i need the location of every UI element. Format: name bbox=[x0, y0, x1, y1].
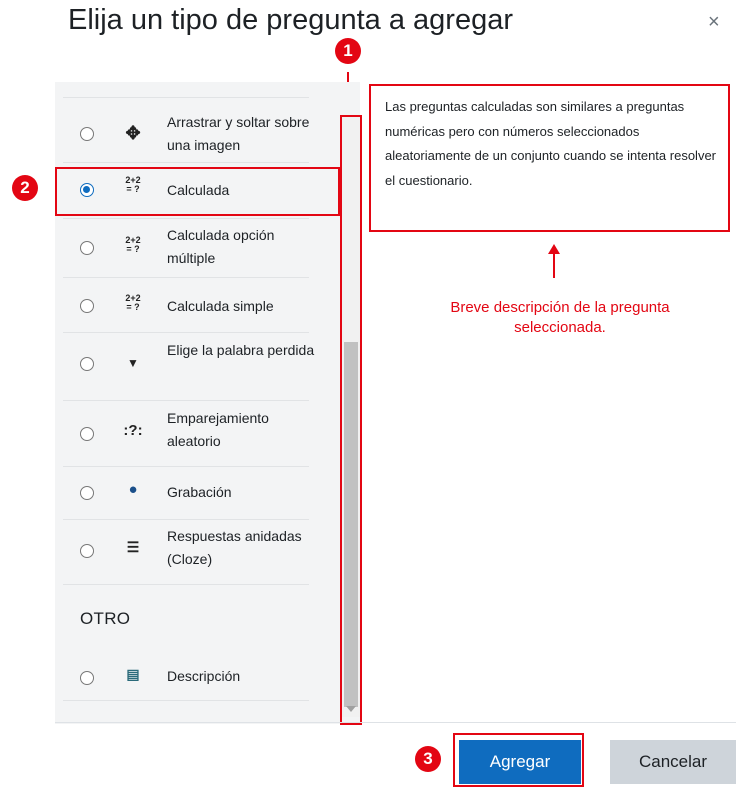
annotation-badge-2: 2 bbox=[12, 175, 38, 201]
option-calculada-simple[interactable]: 2+2 = ? Calculada simple bbox=[63, 279, 309, 335]
option-label: Calculada opción múltiple bbox=[167, 227, 275, 266]
list-divider bbox=[63, 400, 309, 401]
annotation-arrow-up bbox=[548, 244, 560, 278]
calculated-simple-icon: 2+2 = ? bbox=[125, 293, 141, 312]
headset-icon: ● bbox=[128, 481, 138, 498]
list-divider bbox=[63, 332, 309, 333]
radio-button[interactable] bbox=[80, 671, 94, 685]
cloze-icon: ☰ bbox=[126, 539, 140, 555]
move-arrows-icon: ✥ bbox=[125, 123, 141, 143]
question-description: Las preguntas calculadas son similares a… bbox=[385, 99, 716, 188]
option-grabacion[interactable]: ● Grabación bbox=[63, 467, 309, 523]
list-divider bbox=[63, 519, 309, 520]
radio-button[interactable] bbox=[80, 299, 94, 313]
annotation-note: Breve descripción de la pregunta selecci… bbox=[450, 299, 670, 336]
dropdown-caret-icon: ▼ bbox=[127, 356, 139, 370]
option-label: Elige la palabra perdida bbox=[167, 342, 315, 358]
option-drag-drop-image[interactable]: ✥ Arrastrar y soltar sobre una imagen bbox=[63, 107, 309, 163]
list-divider bbox=[63, 584, 309, 585]
radio-button[interactable] bbox=[80, 427, 94, 441]
option-label: Respuestas anidadas (Cloze) bbox=[167, 528, 302, 567]
option-label: Grabación bbox=[167, 484, 232, 500]
annotation-badge-1: 1 bbox=[335, 38, 361, 64]
radio-button[interactable] bbox=[80, 357, 94, 371]
option-elige-palabra[interactable]: ▼ Elige la palabra perdida bbox=[63, 334, 314, 390]
radio-button[interactable] bbox=[80, 544, 94, 558]
list-divider bbox=[63, 277, 309, 278]
section-title-otro: OTRO bbox=[80, 609, 131, 628]
annotation-badge-3: 3 bbox=[415, 746, 441, 772]
description-icon: ▤ bbox=[126, 666, 140, 682]
calculated-multichoice-icon: 2+2 = ? bbox=[125, 235, 141, 254]
option-calculada-multiple[interactable]: 2+2 = ? Calculada opción múltiple bbox=[63, 219, 309, 275]
add-button[interactable]: Agregar bbox=[459, 740, 581, 784]
option-label: Descripción bbox=[167, 668, 241, 684]
radio-button[interactable] bbox=[80, 127, 94, 141]
option-label: Calculada simple bbox=[167, 298, 274, 314]
option-cloze[interactable]: ☰ Respuestas anidadas (Cloze) bbox=[63, 522, 309, 578]
option-descripcion[interactable]: ▤ Descripción bbox=[63, 648, 309, 704]
annotation-frame-scrollbar bbox=[340, 115, 362, 725]
option-label: Emparejamiento aleatorio bbox=[167, 410, 269, 449]
radio-button[interactable] bbox=[80, 241, 94, 255]
close-icon[interactable]: × bbox=[708, 12, 720, 32]
annotation-frame-selected-option bbox=[55, 167, 340, 216]
option-label: Arrastrar y soltar sobre una imagen bbox=[167, 114, 310, 153]
list-divider bbox=[63, 97, 309, 98]
list-divider bbox=[63, 700, 309, 701]
option-emparejamiento[interactable]: :?: Emparejamiento aleatorio bbox=[63, 402, 309, 458]
dialog-title: Elija un tipo de pregunta a agregar bbox=[68, 4, 513, 36]
cancel-button[interactable]: Cancelar bbox=[610, 740, 736, 784]
radio-button[interactable] bbox=[80, 486, 94, 500]
random-match-icon: :?: bbox=[123, 422, 143, 439]
footer-divider bbox=[55, 722, 736, 723]
